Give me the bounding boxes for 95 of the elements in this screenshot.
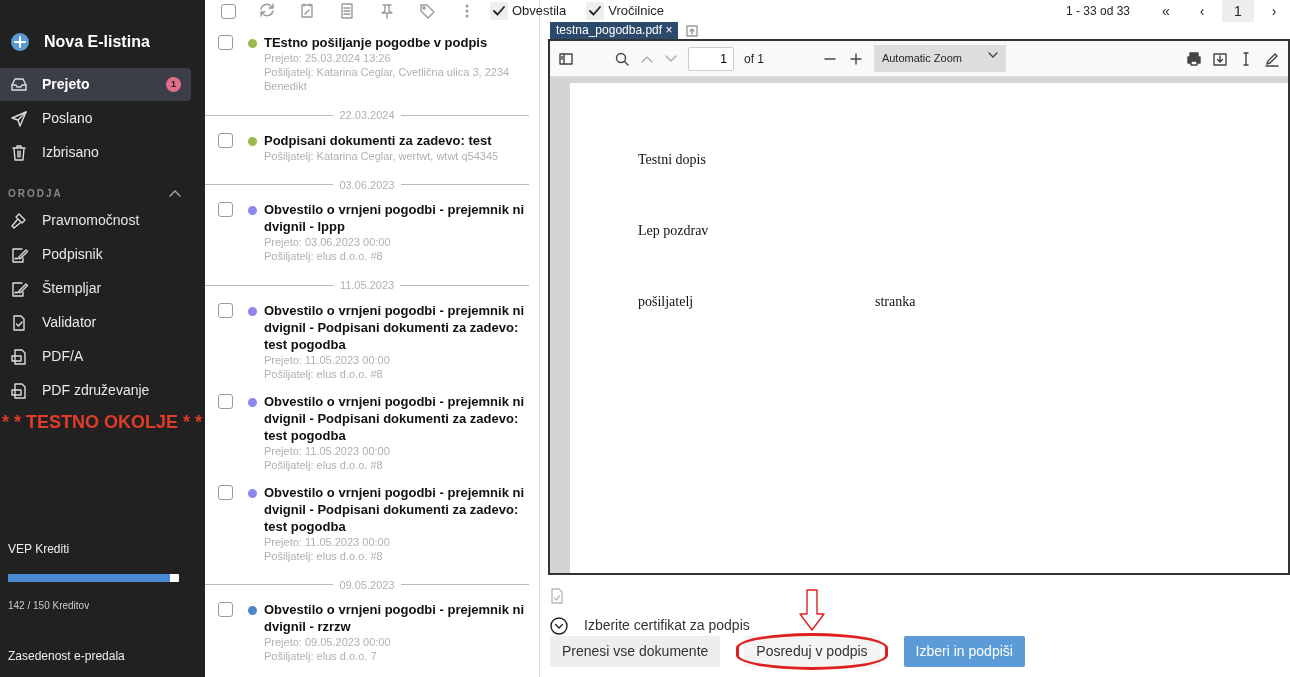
checkbox-checked-icon[interactable]	[586, 2, 605, 20]
date-separator: 09.05.2023	[205, 576, 529, 593]
message-meta: Prejeto: 11.05.2023 00:00	[264, 443, 391, 458]
document-check-icon	[10, 313, 28, 332]
pagination-button[interactable]: 1	[1222, 0, 1254, 22]
credits-label: VEP Krediti	[7, 541, 71, 558]
document-text: stranka	[875, 293, 916, 311]
count-badge: 1	[166, 76, 181, 93]
signature-document-icon	[10, 279, 28, 298]
document-text: Testni dopis	[638, 151, 706, 169]
sidebar-item[interactable]: PDF združevanje	[0, 374, 191, 407]
action-button[interactable]: Prenesi vse dokumente	[550, 636, 721, 667]
filter-label: Obvestila	[512, 2, 567, 21]
mailbox-usage-label: Zasedenost e-predala	[7, 648, 126, 665]
sidebar-item[interactable]: Poslano	[0, 102, 191, 135]
page-number-field[interactable]: 1	[688, 46, 734, 71]
message-title[interactable]: Obvestilo o vrnjeni pogodbi - prejemnik ni dvignil - Podpisani dokumenti za zadevo: test pogodba	[264, 392, 529, 444]
message-meta: Pošiljatelj: elus d.o.o. #8	[264, 457, 384, 472]
credits-reading: 142 / 150 Kreditov	[7, 599, 91, 613]
down-arrow-annotation	[797, 588, 826, 632]
sidebar-item[interactable]: Validator	[0, 306, 191, 339]
message-title[interactable]: Obvestilo o vrnjeni pogodbi - prejemnik ni dvignil - rzrzw	[264, 601, 529, 635]
message-meta: Pošiljatelj: elus d.o.o. #8	[264, 366, 384, 381]
filter-label: Vročilnice	[608, 2, 665, 21]
zoom-in-icon[interactable]	[847, 50, 864, 67]
trash-icon	[10, 143, 28, 162]
message-meta: Prejeto: 03.06.2023 00:00	[264, 235, 392, 249]
pagination-range: 1 - 33 od 33	[1065, 3, 1130, 20]
sidebar-item[interactable]: PDF/A	[0, 340, 191, 373]
pagination-button[interactable]: «	[1150, 0, 1182, 22]
message-meta: Prejeto: 11.05.2023 00:00	[264, 534, 391, 549]
environment-warning: * * TESTNO OKOLJE * *	[2, 411, 204, 434]
message-meta: Pošiljatelj: elus d.o.o. 7	[264, 649, 378, 663]
page-count: of 1	[744, 50, 764, 68]
action-button[interactable]: Posreduj v podpis	[744, 636, 880, 667]
plus-icon[interactable]	[10, 32, 30, 52]
sidebar-toggle-icon[interactable]	[558, 50, 574, 67]
list-document-icon[interactable]	[338, 2, 356, 20]
message-title[interactable]: TEstno pošiljanje pogodbe v podpis	[264, 34, 529, 51]
sidebar-item[interactable]: Štempljar	[0, 272, 191, 305]
message-meta: Pošiljatelj: Katarina Ceglar, Cvetlična ulica 3, 2234 Benedikt	[264, 65, 511, 93]
chevron-up-icon[interactable]	[169, 189, 181, 197]
message-meta: Pošiljatelj: Katarina Ceglar, wertwt, wtwt q54345	[264, 148, 499, 163]
message-checkbox[interactable]	[218, 393, 233, 409]
message-meta: Prejeto: 09.05.2023 00:00	[264, 635, 392, 649]
checkbox-checked-icon[interactable]	[490, 2, 508, 20]
certificate-toggle[interactable]: Izberite certifikat za podpis	[550, 615, 1290, 636]
sidebar-item[interactable]: Pravnomočnost	[0, 204, 191, 237]
pagination-button[interactable]: ›	[1258, 0, 1290, 22]
message-checkbox[interactable]	[218, 35, 233, 50]
tag-icon[interactable]	[418, 2, 436, 20]
message-checkbox[interactable]	[218, 484, 233, 500]
print-icon[interactable]	[1186, 50, 1202, 67]
paper-plane-icon	[10, 109, 28, 128]
sidebar-item[interactable]: Izbrisano	[0, 136, 191, 169]
date-separator: 22.03.2024	[205, 107, 529, 124]
message-meta: Prejeto: 11.05.2023 00:00	[264, 352, 391, 367]
document-check-icon	[550, 587, 564, 604]
pdf-document-icon	[10, 347, 28, 366]
close-tab-button[interactable]: ×	[665, 23, 673, 37]
message-meta: Pošiljatelj: elus d.o.o. #8	[264, 249, 384, 263]
message-meta: Prejeto: 25.03.2024 13:26	[264, 51, 392, 65]
message-title[interactable]: Obvestilo o vrnjeni pogodbi - prejemnik ni dvignil - lppp	[264, 201, 529, 235]
message-title[interactable]: Obvestilo o vrnjeni pogodbi - prejemnik ni dvignil - Podpisani dokumenti za zadevo: test pogodba	[264, 483, 529, 535]
pdf-document-icon	[10, 381, 28, 400]
message-checkbox[interactable]	[218, 202, 233, 217]
file-tab[interactable]: testna_pogodba.pdf ×	[550, 22, 679, 39]
message-title[interactable]: Podpisani dokumenti za zadevo: test	[264, 131, 499, 149]
signature-document-icon	[10, 245, 28, 264]
document-text: pošiljatelj	[638, 293, 695, 311]
download-icon[interactable]	[1212, 50, 1228, 67]
date-separator: 11.05.2023	[205, 277, 529, 294]
sidebar-item[interactable]: Podpisnik	[0, 238, 191, 271]
message-title[interactable]: Obvestilo o vrnjeni pogodbi - prejemnik ni dvignil - Podpisani dokumenti za zadevo: test pogodba	[264, 301, 529, 353]
section-header: ORODJA	[8, 186, 63, 201]
pagination-button[interactable]: ‹	[1186, 0, 1218, 22]
sidebar-item[interactable]: Prejeto 1	[0, 68, 191, 101]
message-meta: Pošiljatelj: elus d.o.o. #8	[264, 548, 384, 563]
document-text: Lep pozdrav	[638, 222, 709, 240]
date-separator: 03.06.2023	[205, 176, 529, 193]
zoom-select[interactable]: Automatic Zoom	[873, 45, 1006, 72]
refresh-icon[interactable]	[258, 2, 276, 20]
hammer-icon	[10, 211, 28, 230]
chevron-down-icon[interactable]	[550, 616, 568, 635]
inbox-icon	[10, 75, 28, 94]
new-listing-button[interactable]: Nova E-listina	[44, 30, 150, 54]
select-all-checkbox[interactable]	[221, 3, 236, 19]
search-icon[interactable]	[614, 50, 630, 67]
filter-checkbox[interactable]: Vročilnice	[586, 1, 665, 21]
message-checkbox[interactable]	[218, 132, 233, 148]
calendar-icon[interactable]	[298, 2, 316, 20]
upload-icon[interactable]	[686, 24, 699, 37]
message-checkbox[interactable]	[218, 602, 233, 617]
message-checkbox[interactable]	[218, 302, 233, 318]
filter-checkbox[interactable]: Obvestila	[490, 1, 567, 21]
